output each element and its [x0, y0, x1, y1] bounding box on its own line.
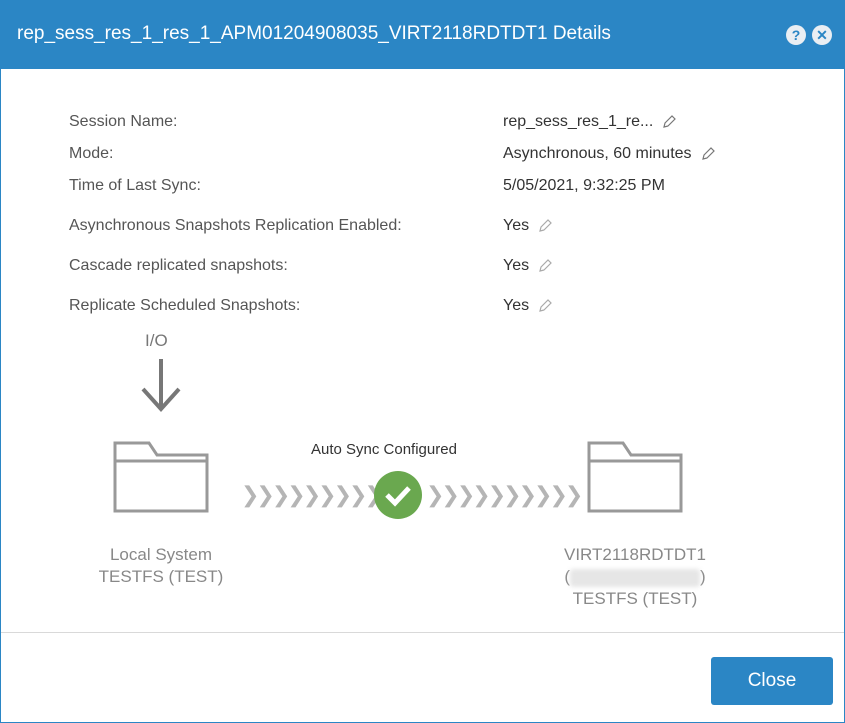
- local-system-name: Local System: [109, 545, 213, 564]
- property-value: Yes: [503, 217, 553, 235]
- property-value: rep_sess_res_1_re...: [503, 113, 677, 131]
- remote-system-label: VIRT2118RDTDT1 () TESTFS (TEST): [535, 544, 735, 610]
- arrow-down-icon: [141, 359, 181, 412]
- property-value: 5/05/2021, 9:32:25 PM: [503, 177, 665, 195]
- titlebar-icons: ? ✕: [786, 25, 832, 45]
- remote-address: (): [564, 567, 706, 587]
- sync-chevrons-right: ❯❯❯❯❯❯❯❯❯❯: [426, 483, 583, 508]
- remote-filesystem-name: TESTFS (TEST): [572, 589, 698, 608]
- remote-folder-icon: [587, 441, 683, 513]
- sync-check-icon: [374, 471, 422, 519]
- edit-pencil-icon[interactable]: [537, 258, 553, 274]
- sync-status-label: Auto Sync Configured: [311, 441, 457, 458]
- edit-pencil-icon[interactable]: [537, 218, 553, 234]
- mode-value: Asynchronous, 60 minutes: [503, 145, 692, 162]
- footer-divider: [1, 632, 844, 633]
- property-value: Yes: [503, 257, 553, 275]
- local-folder-icon: [113, 441, 209, 513]
- property-label: Mode:: [69, 145, 114, 162]
- property-value: Yes: [503, 297, 553, 315]
- close-button[interactable]: Close: [711, 657, 833, 705]
- async-snapshots-value: Yes: [503, 217, 530, 234]
- edit-pencil-icon[interactable]: [537, 298, 553, 314]
- last-sync-value: 5/05/2021, 9:32:25 PM: [503, 177, 665, 194]
- redacted-address: [570, 568, 700, 587]
- dialog-title: rep_sess_res_1_res_1_APM01204908035_VIRT…: [17, 23, 611, 44]
- local-filesystem-name: TESTFS (TEST): [98, 567, 224, 586]
- edit-pencil-icon[interactable]: [700, 146, 716, 162]
- property-label: Session Name:: [69, 113, 178, 130]
- close-icon[interactable]: ✕: [812, 25, 832, 45]
- remote-system-name: VIRT2118RDTDT1: [563, 545, 707, 564]
- dialog-titlebar: rep_sess_res_1_res_1_APM01204908035_VIRT…: [1, 1, 844, 69]
- details-dialog: rep_sess_res_1_res_1_APM01204908035_VIRT…: [0, 0, 845, 723]
- property-label: Asynchronous Snapshots Replication Enabl…: [69, 217, 402, 234]
- io-label: I/O: [145, 331, 168, 350]
- replicate-scheduled-value: Yes: [503, 297, 530, 314]
- property-label: Replicate Scheduled Snapshots:: [69, 297, 301, 314]
- property-label: Cascade replicated snapshots:: [69, 257, 288, 274]
- cascade-value: Yes: [503, 257, 530, 274]
- session-name-value: rep_sess_res_1_re...: [503, 113, 654, 130]
- local-system-label: Local System TESTFS (TEST): [61, 544, 261, 588]
- sync-chevrons-left: ❯❯❯❯❯❯❯❯❯❯: [241, 483, 398, 508]
- property-label: Time of Last Sync:: [69, 177, 201, 194]
- help-icon[interactable]: ?: [786, 25, 806, 45]
- property-value: Asynchronous, 60 minutes: [503, 145, 716, 163]
- edit-pencil-icon[interactable]: [661, 114, 677, 130]
